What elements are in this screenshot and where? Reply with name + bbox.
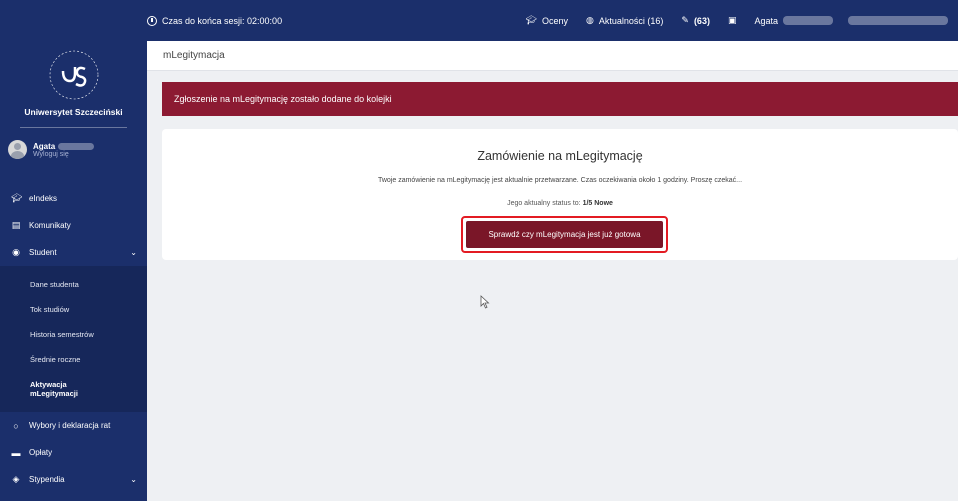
sidebar-item-label: Komunikaty — [29, 221, 71, 230]
divider — [20, 127, 127, 128]
money-icon: ▬ — [11, 447, 21, 458]
messages-link[interactable]: ✎ (63) — [681, 15, 710, 26]
clock-icon — [147, 15, 157, 26]
avatar — [8, 140, 27, 159]
sidebar-item-komunikaty[interactable]: ▤ Komunikaty — [0, 212, 147, 239]
order-card: Zamówienie na mLegitymację Twoje zamówie… — [162, 129, 958, 260]
sidebar-item-stypendia[interactable]: ◈ Stypendia ⌄ — [0, 466, 147, 493]
university-name: Uniwersytet Szczeciński — [24, 107, 123, 117]
top-bar: Czas do końca sesji: 02:00:00 🎓︎ Oceny ◍… — [0, 0, 958, 41]
floppy-icon: ▣ — [727, 15, 737, 25]
sidebar-item-wybory[interactable]: ○ Wybory i deklaracja rat — [0, 412, 147, 439]
sidebar-item-label: Opłaty — [29, 448, 53, 457]
news-link[interactable]: ◍ Aktualności (16) — [586, 15, 663, 26]
user-profile[interactable]: Agata Wyloguj się — [8, 140, 95, 159]
chevron-down-icon: ⌄ — [130, 248, 137, 257]
logo-area: Uniwersytet Szczeciński — [0, 41, 147, 131]
check-status-button[interactable]: Sprawdź czy mLegitymacja jest już gotowa — [466, 221, 663, 248]
sidebar-item-student[interactable]: ◉ Student ⌄ — [0, 239, 147, 266]
session-label: Czas do końca sesji: 02:00:00 — [162, 15, 283, 26]
chevron-down-icon: ⌄ — [130, 475, 137, 484]
grades-label: Oceny — [541, 15, 568, 26]
globe-icon: ◍ — [586, 15, 594, 25]
breadcrumb: mLegitymacja — [147, 41, 958, 71]
user-first-name: Agata — [754, 15, 778, 26]
pencil-icon: ✎ — [681, 15, 689, 25]
sidebar-item-historia-semestrow[interactable]: Historia semestrów — [0, 322, 147, 347]
sidebar-item-label: Student — [29, 248, 57, 257]
grades-link[interactable]: 🎓︎ Oceny — [526, 15, 568, 26]
sidebar-item-eindeks[interactable]: 🎓︎ eIndeks — [0, 185, 147, 212]
sidebar-item-label: eIndeks — [29, 194, 58, 203]
news-label: Aktualności (16) — [598, 15, 664, 26]
sidebar-item-label: Stypendia — [29, 475, 65, 484]
sidebar-item-srednie-roczne[interactable]: Średnie roczne — [0, 347, 147, 372]
sidebar-item-dane-studenta[interactable]: Dane studenta — [0, 272, 147, 297]
card-description: Twoje zamówienie na mLegitymację jest ak… — [377, 177, 743, 184]
university-logo — [49, 50, 98, 100]
status-prefix: Jego aktualny status to: — [507, 200, 581, 207]
logout-link[interactable]: Wyloguj się — [33, 151, 94, 158]
redacted-surname — [58, 142, 95, 150]
save-link[interactable]: ▣ — [728, 15, 737, 26]
user-menu[interactable]: Agata — [754, 16, 948, 26]
graduation-cap-icon: 🎓︎ — [11, 193, 23, 203]
messages-count: (63) — [693, 15, 710, 26]
student-submenu: Dane studenta Tok studiów Historia semes… — [0, 266, 147, 412]
session-timer: Czas do końca sesji: 02:00:00 — [147, 15, 283, 26]
sidebar-nav: 🎓︎ eIndeks ▤ Komunikaty ◉ Student ⌄ Dane… — [0, 185, 147, 493]
tag-icon: ◈ — [12, 474, 20, 484]
sidebar-item-label: Wybory i deklaracja rat — [29, 421, 111, 430]
redacted-email — [848, 16, 948, 25]
sidebar-item-tok-studiow[interactable]: Tok studiów — [0, 297, 147, 322]
success-alert: Zgłoszenie na mLegitymację zostało dodan… — [162, 82, 958, 116]
sidebar-item-aktywacja-mlegitymacji[interactable]: Aktywacja mLegitymacji — [0, 372, 100, 406]
sidebar: Uniwersytet Szczeciński Agata Wyloguj si… — [0, 0, 147, 501]
status-value: 1/5 Nowe — [582, 200, 613, 207]
sidebar-item-oplaty[interactable]: ▬ Opłaty — [0, 439, 147, 466]
mouse-cursor-icon — [480, 295, 490, 309]
redacted-surname — [783, 16, 833, 25]
user-name: Agata — [33, 141, 56, 151]
card-title: Zamówienie na mLegitymację — [477, 149, 643, 163]
document-icon: ▤ — [11, 220, 21, 230]
chat-icon: ○ — [13, 420, 19, 431]
student-icon: ◉ — [12, 247, 20, 257]
graduation-cap-icon: 🎓︎ — [525, 15, 537, 25]
card-status: Jego aktualny status to: 1/5 Nowe — [162, 200, 958, 207]
